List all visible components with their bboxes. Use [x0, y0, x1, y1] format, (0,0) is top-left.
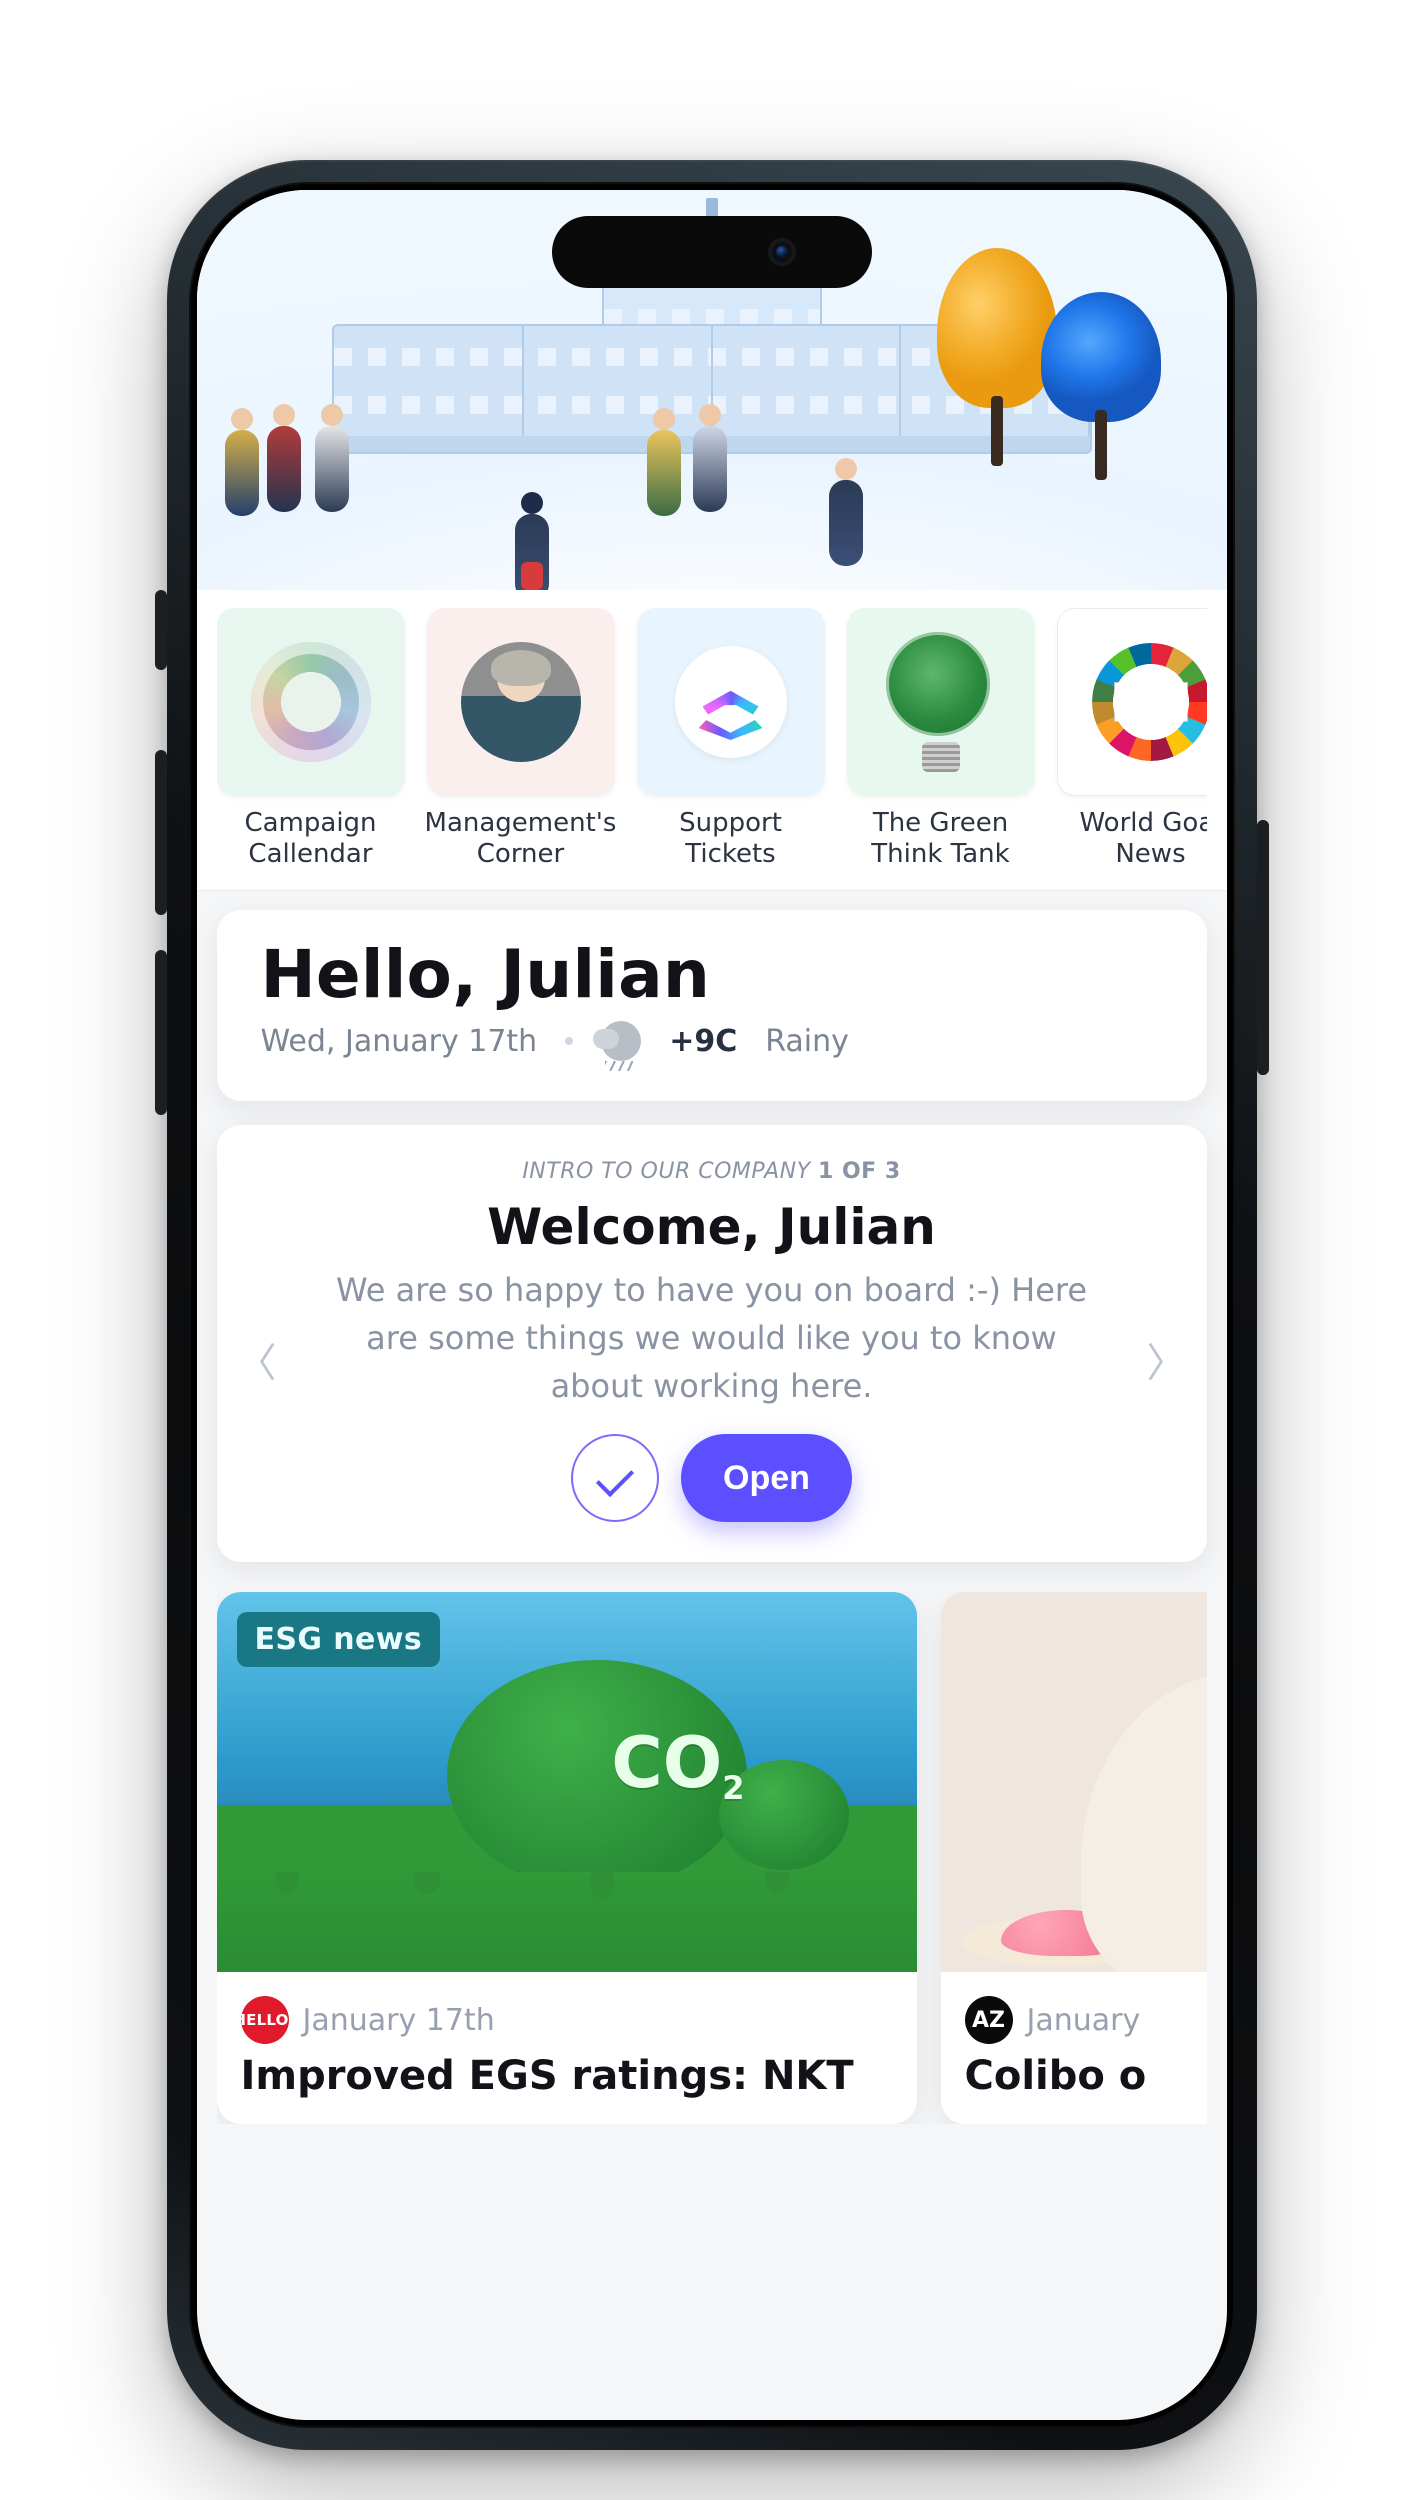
avatar-icon: [461, 642, 581, 762]
shortcut-support-tickets[interactable]: Support Tickets: [637, 608, 825, 870]
sdg-wheel-icon: [1092, 643, 1207, 761]
hello-title: Hello, Julian: [261, 936, 1163, 1013]
weather-rain-icon: [601, 1021, 641, 1061]
greeting-temp: +9C: [669, 1024, 737, 1059]
co2-icon: CO2: [611, 1722, 744, 1807]
shortcut-world-goal-news[interactable]: World Goal News: [1057, 608, 1207, 870]
intro-next-button[interactable]: 〉: [1137, 1320, 1197, 1398]
greeting-card: Hello, Julian Wed, January 17th +9C Rain…: [217, 910, 1207, 1101]
front-camera-icon: [768, 238, 796, 266]
intro-title: Welcome, Julian: [261, 1198, 1163, 1256]
side-key-volume-down: [155, 950, 167, 1115]
chevron-left-icon: 〈: [237, 1341, 277, 1385]
shortcut-label: World Goal News: [1057, 808, 1207, 870]
phone-frame: Campaign Callendar Management's Corner S…: [167, 160, 1257, 2450]
intro-body: We are so happy to have you on board :-)…: [332, 1266, 1092, 1410]
news-card-colibo[interactable]: AZ January Colibo o: [941, 1592, 1207, 2124]
shortcut-label: The Green Think Tank: [847, 808, 1035, 870]
side-key-volume-up: [155, 750, 167, 915]
news-pill: ESG news: [237, 1612, 441, 1667]
greeting-condition: Rainy: [765, 1024, 849, 1059]
shortcut-campaign-calendar[interactable]: Campaign Callendar: [217, 608, 405, 870]
side-key-mute: [155, 590, 167, 670]
news-row: ESG news CO2 HELLO! January 17th Improve…: [217, 1592, 1207, 2124]
check-icon: [596, 1459, 634, 1497]
greeting-date: Wed, January 17th: [261, 1024, 538, 1059]
shortcut-managements-corner[interactable]: Management's Corner: [427, 608, 615, 870]
news-cover: [941, 1592, 1207, 1972]
shortcuts-strip: Campaign Callendar Management's Corner S…: [197, 590, 1227, 890]
shortcut-green-think-tank[interactable]: The Green Think Tank: [847, 608, 1035, 870]
source-badge-hello: HELLO!: [241, 1996, 289, 2044]
leaf-bulb-icon: [886, 632, 996, 772]
screen: Campaign Callendar Management's Corner S…: [197, 190, 1227, 2420]
separator-dot-icon: [565, 1037, 573, 1045]
shortcut-label: Support Tickets: [637, 808, 825, 870]
news-headline: Colibo o: [941, 2052, 1207, 2124]
source-badge-az: AZ: [965, 1996, 1013, 2044]
intro-card: 〈 〉 INTRO TO OUR COMPANY 1 OF 3 Welcome,…: [217, 1125, 1207, 1562]
shortcut-label: Campaign Callendar: [217, 808, 405, 870]
dynamic-island: [552, 216, 872, 288]
intro-acknowledge-button[interactable]: [571, 1434, 659, 1522]
news-headline: Improved EGS ratings: NKT: [217, 2052, 917, 2124]
news-card-esg[interactable]: ESG news CO2 HELLO! January 17th Improve…: [217, 1592, 917, 2124]
intro-open-button[interactable]: Open: [681, 1434, 852, 1522]
news-date: January: [1027, 2003, 1141, 2038]
clickup-icon: [675, 646, 787, 758]
intro-eyebrow: INTRO TO OUR COMPANY 1 OF 3: [261, 1159, 1163, 1184]
ring-icon: [251, 642, 371, 762]
news-cover: ESG news CO2: [217, 1592, 917, 1972]
news-date: January 17th: [303, 2003, 495, 2038]
side-key-power: [1257, 820, 1269, 1075]
intro-prev-button[interactable]: 〈: [227, 1320, 287, 1398]
chevron-right-icon: 〉: [1147, 1341, 1187, 1385]
shortcut-label: Management's Corner: [425, 808, 617, 870]
